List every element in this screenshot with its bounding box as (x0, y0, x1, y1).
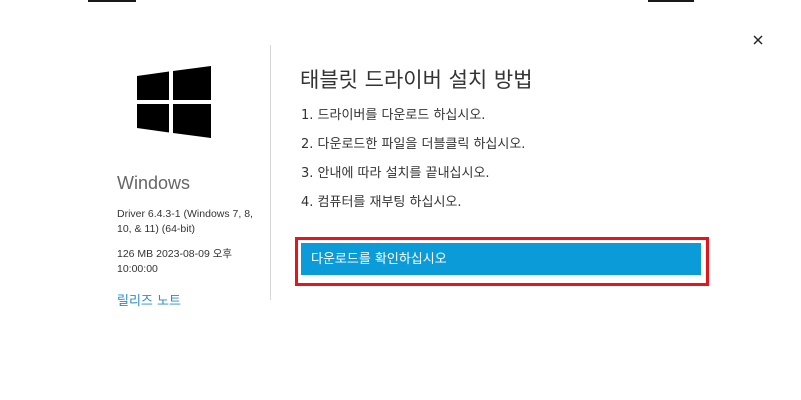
page-title: 태블릿 드라이버 설치 방법 (300, 68, 533, 92)
close-button[interactable] (748, 30, 768, 50)
driver-download-dialog: Windows Driver 6.4.3-1 (Windows 7, 8, 10… (0, 0, 801, 400)
background-window-edge (648, 0, 694, 2)
windows-logo-icon (137, 66, 211, 138)
close-icon (753, 35, 763, 45)
release-notes-link[interactable]: 릴리즈 노트 (117, 290, 181, 309)
install-steps-list: 1. 드라이버를 다운로드 하십시오. 2. 다운로드한 파일을 더블클릭 하십… (301, 106, 525, 222)
vertical-divider (270, 45, 271, 300)
install-step: 2. 다운로드한 파일을 더블클릭 하십시오. (301, 137, 526, 152)
driver-version-info: Driver 6.4.3-1 (Windows 7, 8, 10, & 11) … (117, 208, 253, 235)
install-step: 1. 드라이버를 다운로드 하십시오. (301, 108, 486, 123)
file-size-date-info: 126 MB 2023-08-09 오후 10:00:00 (117, 248, 233, 275)
os-name: Windows (117, 173, 191, 193)
background-window-edge (88, 0, 136, 2)
install-step: 3. 안내에 따라 설치를 끝내십시오. (301, 166, 490, 181)
download-button[interactable]: 다운로드를 확인하십시오 (301, 243, 701, 277)
install-step: 4. 컴퓨터를 재부팅 하십시오. (301, 195, 462, 210)
